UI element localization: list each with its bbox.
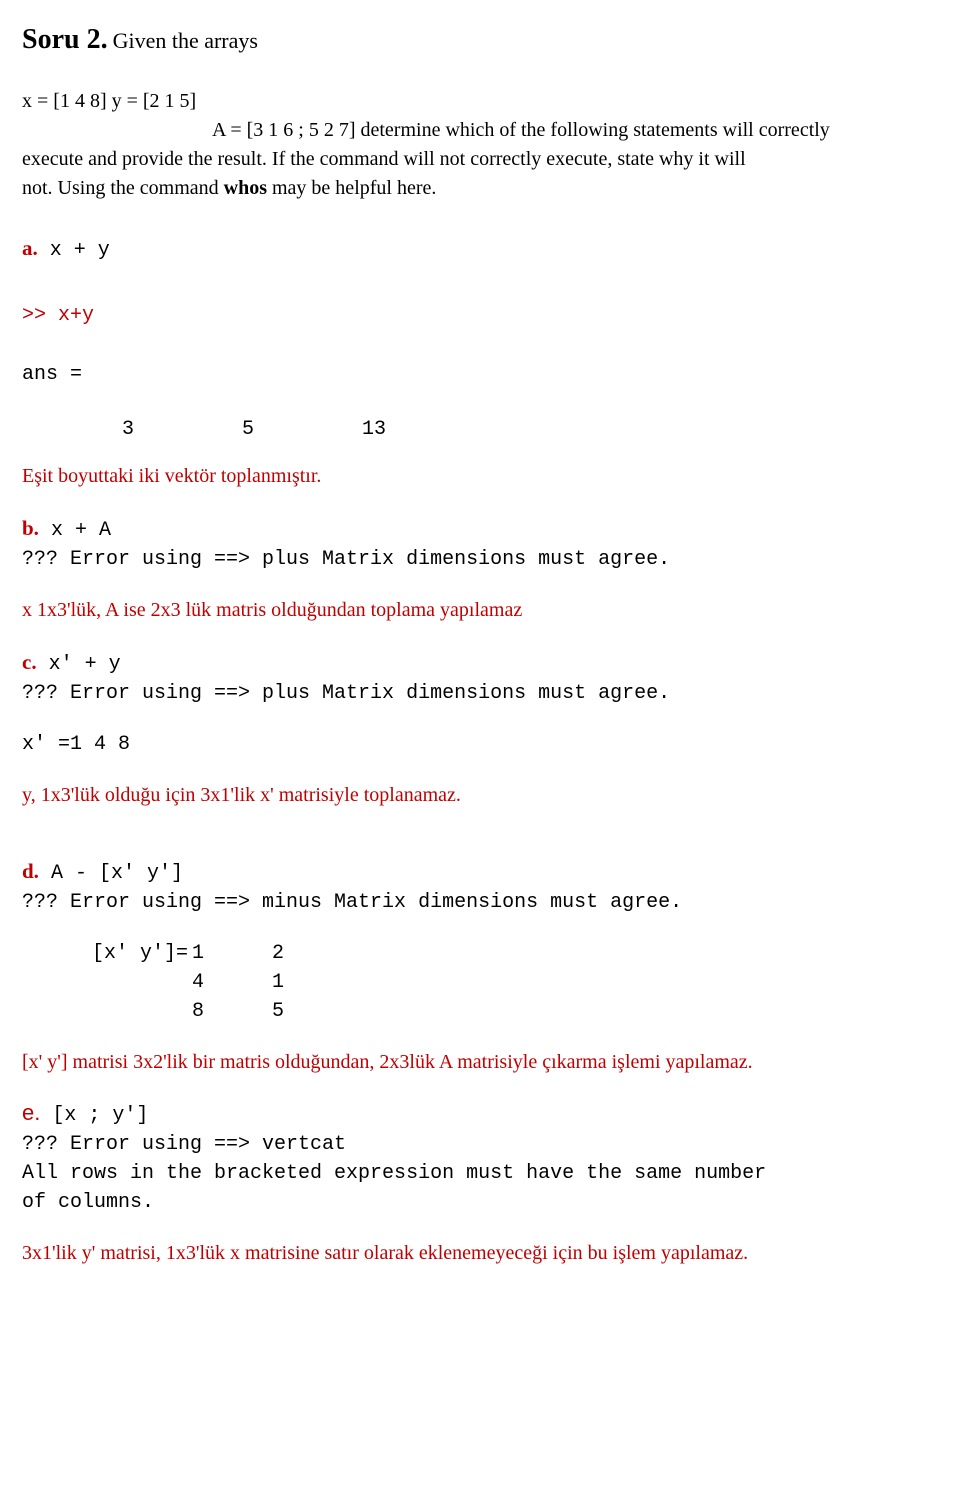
arrays-line-A: A = [3 1 6 ; 5 2 7] determine which of t… [22,116,938,145]
error-e: ??? Error using ==> vertcat [22,1130,938,1159]
cmd-a: >> x+y [22,301,938,330]
code-d: A - [x' y'] [39,862,183,885]
para-line3: not. Using the command whos may be helpf… [22,174,938,203]
error-e-2b: of columns. [22,1188,938,1217]
label-b: b. [22,516,39,540]
label-c: c. [22,650,37,674]
matrix-row-2: 41 [22,968,938,997]
error-c: ??? Error using ==> plus Matrix dimensio… [22,679,938,708]
option-a: a. x + y [22,233,938,265]
ans-values: 3513 [22,415,938,444]
option-d: d. A - [x' y'] [22,856,938,888]
xprime-line: x' =1 4 8 [22,730,938,759]
title-prefix: Soru 2. [22,24,108,55]
label-d: d. [22,859,39,883]
error-d: ??? Error using ==> minus Matrix dimensi… [22,888,938,917]
code-b: x + A [39,519,111,542]
ans-label: ans = [22,360,938,389]
para-line2: execute and provide the result. If the c… [22,145,938,174]
option-e: e. [x ; y'] [22,1097,938,1130]
title-rest: Given the arrays [113,28,258,53]
error-b: ??? Error using ==> plus Matrix dimensio… [22,545,938,574]
explain-c: y, 1x3'lük olduğu için 3x1'lik x' matris… [22,781,938,810]
explain-b: x 1x3'lük, A ise 2x3 lük matris olduğund… [22,596,938,625]
option-c: c. x' + y [22,647,938,679]
code-c: x' + y [37,653,121,676]
option-b: b. x + A [22,513,938,545]
label-a: a. [22,236,38,260]
matrix-row-1: [x' y']=12 [22,939,938,968]
code-e: [x ; y'] [40,1104,148,1127]
explain-a: Eşit boyuttaki iki vektör toplanmıştır. [22,462,938,491]
question-title: Soru 2. Given the arrays [22,20,938,61]
code-a: x + y [38,239,110,262]
explain-d: [x' y'] matrisi 3x2'lik bir matris olduğ… [22,1048,938,1077]
matrix-row-3: 85 [22,997,938,1026]
arrays-line-xy: x = [1 4 8] y = [2 1 5] [22,87,938,116]
label-e: e. [22,1100,40,1125]
explain-e: 3x1'lik y' matrisi, 1x3'lük x matrisine … [22,1239,938,1268]
error-e-2a: All rows in the bracketed expression mus… [22,1159,938,1188]
